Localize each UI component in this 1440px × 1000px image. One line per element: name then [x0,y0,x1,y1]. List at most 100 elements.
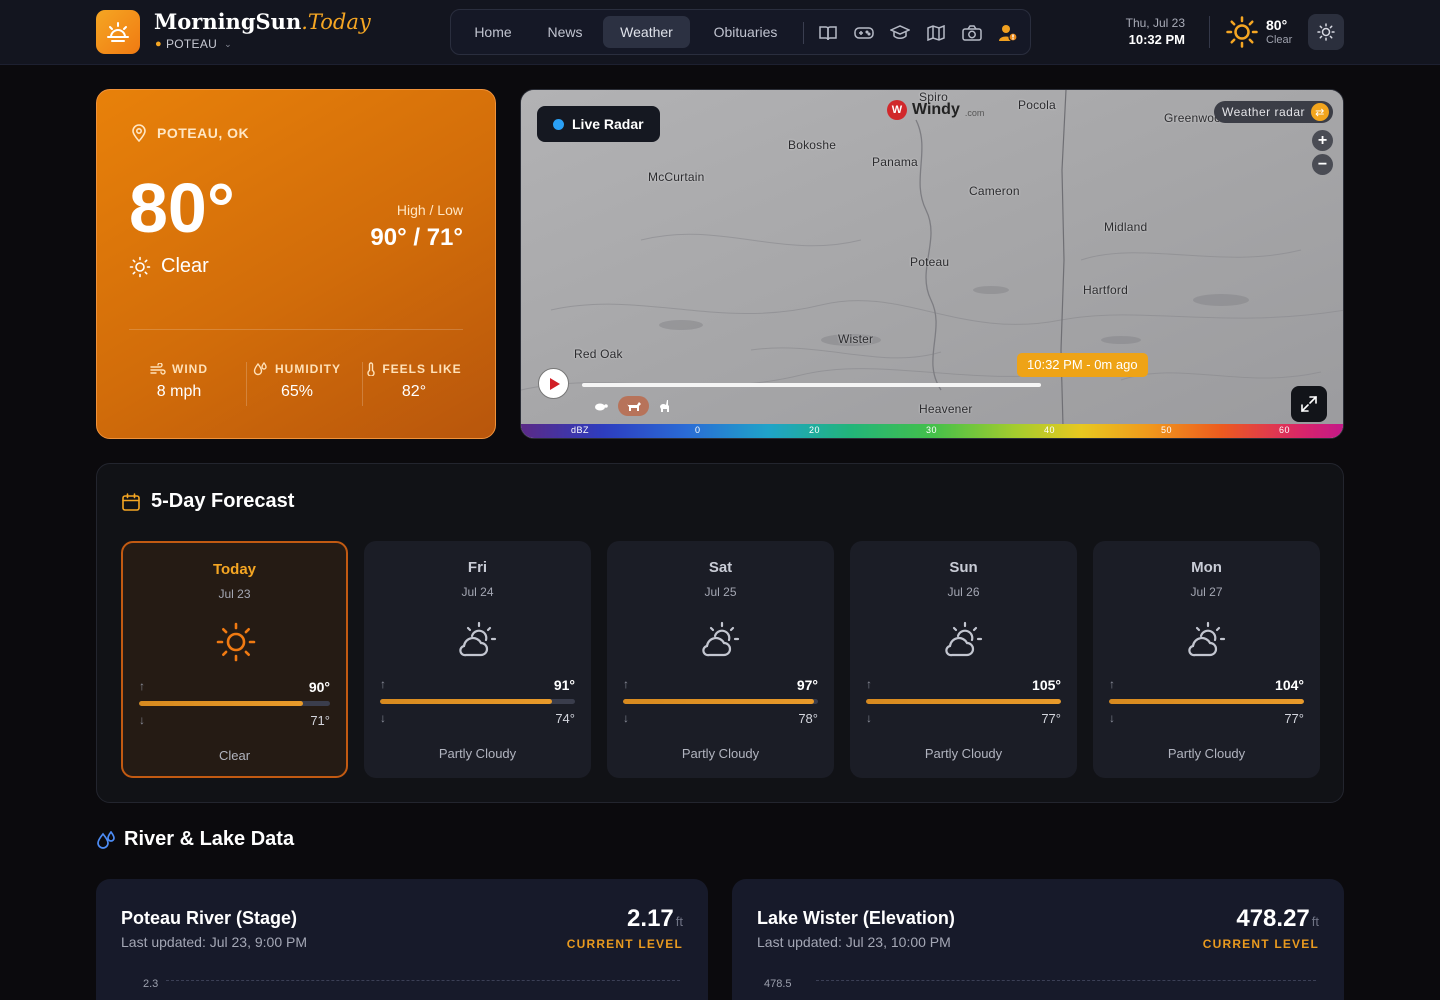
river-card-label: CURRENT LEVEL [566,937,683,951]
stat-wind: WIND 8 mph [129,362,229,401]
zoom-in-button[interactable]: + [1312,130,1333,151]
arrow-up-icon: ↑ [139,679,145,693]
gamepad-icon[interactable] [854,23,874,43]
map-city-label: Pocola [1018,98,1056,112]
main-nav: Home News Weather Obituaries [450,9,1031,55]
calendar-icon [122,492,140,511]
map-pin-icon [132,124,146,142]
forecast-day-card[interactable]: Mon Jul 27 ↑ 104° ↓ 77° Partly Cloudy [1093,541,1320,778]
lake-card-number: 478.27 [1236,905,1310,932]
forecast-day-card[interactable]: Fri Jul 24 ↑ 91° ↓ 74° Partly Cloudy [364,541,591,778]
current-temp: 80° [129,169,235,247]
temperature-range-bar [380,699,575,704]
stat-feels-like: FEELS LIKE 82° [363,362,465,401]
river-card[interactable]: Poteau River (Stage) Last updated: Jul 2… [96,879,708,1000]
lake-card-unit: ft [1311,914,1319,929]
map-city-label: Poteau [910,255,950,269]
forecast-day-name: Mon [1191,559,1222,576]
humidity-value: 65% [280,383,314,400]
live-dot-icon [553,118,564,130]
map-city-label: Cameron [969,184,1020,198]
droplets-icon [97,830,115,849]
rabbit-speed-icon[interactable] [655,396,673,416]
temperature-range-fill [139,701,304,706]
thermometer-icon [367,362,376,376]
book-icon[interactable] [818,23,838,43]
arrow-down-icon: ↓ [1109,711,1115,725]
temperature-range-fill [623,699,815,704]
nav-news[interactable]: News [533,16,597,48]
partly-cloudy-icon [459,621,497,657]
windy-logo-suffix: .com [964,107,985,118]
play-button[interactable] [538,368,569,399]
camera-icon[interactable] [962,23,982,43]
forecast-day-date: Jul 27 [1190,585,1223,599]
chart-axis-tick: 2.3 [143,978,159,990]
sun-outline-icon [1317,23,1335,41]
map-city-label: McCurtain [648,170,705,184]
temperature-range-bar [623,699,818,704]
river-card-title: Poteau River (Stage) [121,908,298,928]
river-card-number: 2.17 [627,905,674,932]
temperature-range-bar [866,699,1061,704]
user-alert-icon[interactable] [998,23,1018,43]
droplets-icon [253,362,267,376]
partly-cloudy-icon [1188,621,1226,657]
arrow-down-icon: ↓ [623,711,629,725]
forecast-day-name: Fri [467,559,488,576]
wind-label: WIND [172,362,208,376]
nav-weather[interactable]: Weather [603,16,690,48]
forecast-condition: Partly Cloudy [681,746,760,761]
map-icon[interactable] [926,23,946,43]
lake-card[interactable]: Lake Wister (Elevation) Last updated: Ju… [732,879,1344,1000]
stat-humidity: HUMIDITY 65% [247,362,347,401]
map-city-label: Midland [1104,220,1148,234]
nav-obituaries[interactable]: Obituaries [697,16,794,48]
forecast-day-card[interactable]: Sat Jul 25 ↑ 97° ↓ 78° Partly Cloudy [607,541,834,778]
lake-card-updated: Last updated: Jul 23, 10:00 PM [757,934,951,950]
forecast-low: 77° [1041,711,1061,726]
river-lake-title: River & Lake Data [96,828,294,851]
theme-toggle-button[interactable] [1308,14,1344,50]
layer-selector-button[interactable]: Weather radar ⇄ [1214,101,1333,123]
sun-icon [129,256,151,277]
dog-speed-icon[interactable] [618,396,649,416]
humidity-label: HUMIDITY [275,362,341,376]
location-picker[interactable]: ● POTEAU ⌄ [155,37,232,51]
forecast-high: 91° [553,677,575,693]
turtle-speed-icon[interactable] [592,396,610,416]
windy-logo-icon: W [887,100,907,120]
arrow-down-icon: ↓ [139,713,145,727]
sunrise-logo-icon[interactable] [96,10,140,54]
forecast-day-name: Today [212,561,257,578]
live-radar-badge: Live Radar [537,106,660,142]
arrow-up-icon: ↑ [1109,677,1115,691]
forecast-day-date: Jul 26 [947,585,980,599]
scale-tick: 30 [926,425,938,435]
chart-gridline [816,980,1316,981]
current-location-label: POTEAU, OK [157,125,250,141]
zoom-out-button[interactable]: − [1312,154,1333,175]
top-header: MorningSun.Today ● POTEAU ⌄ Home News We… [0,0,1440,65]
forecast-low: 77° [1284,711,1304,726]
header-date: Thu, Jul 23 [1125,16,1185,30]
forecast-low: 78° [798,711,818,726]
timeline-slider[interactable] [582,383,1041,387]
forecast-low: 71° [310,713,330,728]
forecast-low: 74° [555,711,575,726]
radar-map[interactable]: Spiro Pocola Greenwood Bokoshe Panama Mc… [520,89,1344,439]
forecast-high: 90° [308,679,330,695]
windy-logo[interactable]: W Windy .com [887,100,984,120]
map-city-label: Wister [838,332,874,346]
map-pin-icon: ● [155,38,162,50]
scale-tick: 40 [1044,425,1056,435]
forecast-condition: Partly Cloudy [924,746,1003,761]
sun-icon [216,622,256,662]
brand-name[interactable]: MorningSun.Today [154,9,371,34]
arrow-down-icon: ↓ [380,711,386,725]
forecast-day-card[interactable]: Today Jul 23 ↑ 90° ↓ 71° Clear [121,541,348,778]
nav-home[interactable]: Home [459,16,527,48]
graduation-cap-icon[interactable] [890,23,910,43]
forecast-day-card[interactable]: Sun Jul 26 ↑ 105° ↓ 77° Partly Cloudy [850,541,1077,778]
fullscreen-button[interactable] [1291,386,1327,422]
